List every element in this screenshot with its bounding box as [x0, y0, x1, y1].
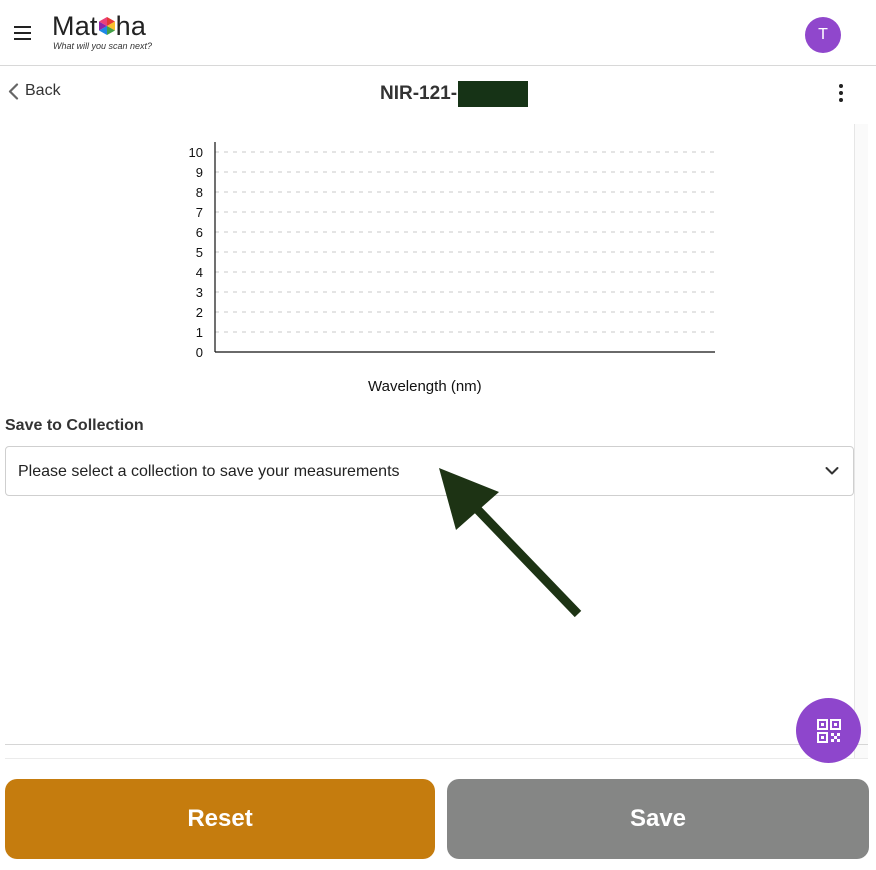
chevron-down-icon: [825, 467, 839, 475]
collection-select-placeholder: Please select a collection to save your …: [18, 463, 400, 480]
spectrum-chart: 0 1 2 3 4 5 6 7 8 9 10: [170, 140, 730, 400]
divider: [5, 744, 868, 745]
y-tick-label: 6: [196, 225, 203, 240]
more-options-icon[interactable]: [830, 82, 852, 104]
scrollbar-track[interactable]: [854, 124, 868, 759]
logo-tagline: What will you scan next?: [53, 41, 153, 51]
logo-text-right: ha: [115, 11, 147, 41]
spectrum-chart-svg: 0 1 2 3 4 5 6 7 8 9 10: [189, 142, 715, 360]
divider: [5, 758, 868, 759]
collection-label: Save to Collection: [5, 417, 144, 434]
qr-scan-button[interactable]: [796, 698, 861, 763]
back-label: Back: [25, 82, 61, 99]
reset-button[interactable]: Reset: [5, 779, 435, 859]
chevron-left-icon: [8, 82, 19, 100]
y-tick-label: 8: [196, 185, 203, 200]
device-id-text: NIR-121-: [380, 83, 458, 104]
y-tick-label: 3: [196, 285, 203, 300]
page-title: NIR-121-: [380, 81, 529, 107]
y-tick-label: 2: [196, 305, 203, 320]
user-avatar[interactable]: T: [805, 17, 841, 53]
qr-code-icon: [816, 718, 841, 743]
y-tick-label: 5: [196, 245, 203, 260]
y-tick-label: 1: [196, 325, 203, 340]
y-tick-label: 10: [189, 145, 203, 160]
y-tick-label: 0: [196, 345, 203, 360]
y-tick-label: 7: [196, 205, 203, 220]
y-tick-label: 9: [196, 165, 203, 180]
hamburger-menu-icon[interactable]: [14, 26, 31, 40]
top-app-bar: Mat ha What will you scan next? T: [0, 0, 876, 66]
redacted-block: [458, 81, 529, 107]
collection-select[interactable]: Please select a collection to save your …: [5, 446, 854, 496]
y-tick-label: 4: [196, 265, 203, 280]
back-button[interactable]: Back: [8, 82, 61, 100]
page-header: Back NIR-121-: [0, 66, 876, 124]
matoha-logo: Mat ha What will you scan next?: [52, 11, 152, 51]
hexagon-logo-icon: [98, 17, 115, 35]
logo-text-left: Mat: [52, 11, 98, 41]
x-axis-label: Wavelength (nm): [368, 378, 482, 395]
save-button[interactable]: Save: [447, 779, 869, 859]
